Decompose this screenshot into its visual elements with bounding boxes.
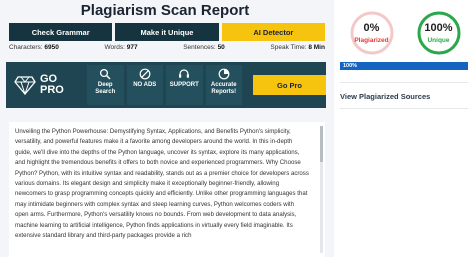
scrollbar-thumb[interactable]: [320, 126, 323, 162]
go-pro-button[interactable]: Go Pro: [253, 75, 326, 95]
plagiarized-value: 0%: [363, 22, 380, 34]
go-pro-banner: GO PRO Deep Search NO ADS SUPPORT Accura…: [6, 62, 326, 108]
divider: [340, 108, 468, 109]
chart-icon: [218, 68, 230, 80]
report-panel: Plagiarism Scan Report Check Grammar Mak…: [0, 0, 330, 257]
view-plagiarized-sources-link[interactable]: View Plagiarized Sources: [340, 92, 430, 101]
unique-gauge: 100% Unique: [416, 10, 462, 56]
results-panel: 0% Plagiarized 100% Unique 100% View Pla…: [334, 0, 474, 257]
text-stats: Characters: 6950 Words: 977 Sentences: 5…: [9, 44, 325, 51]
scanned-text: Unveiling the Python Powerhouse: Demysti…: [15, 128, 309, 240]
go-pro-logo: GO PRO: [6, 62, 87, 108]
divider: [340, 82, 468, 83]
feature-deep-search: Deep Search: [87, 65, 124, 105]
characters-stat: Characters: 6950: [9, 44, 59, 51]
unique-label: Unique: [427, 37, 450, 44]
search-icon: [100, 68, 111, 80]
feature-no-ads: NO ADS: [126, 65, 163, 105]
diamond-icon: [14, 76, 36, 95]
plagiarized-label: Plagiarized: [354, 37, 389, 44]
scanned-text-area[interactable]: Unveiling the Python Powerhouse: Demysti…: [9, 122, 325, 257]
scrollbar[interactable]: [320, 126, 323, 253]
action-bar: Check Grammar Make it Unique AI Detector: [9, 23, 325, 41]
scan-progress-bar: 100%: [340, 62, 468, 70]
words-stat: Words: 977: [104, 44, 138, 51]
sentences-stat: Sentences: 50: [183, 44, 225, 51]
no-ads-icon: [139, 68, 151, 80]
scan-progress-fill: 100%: [340, 62, 468, 70]
feature-support: SUPPORT: [166, 65, 203, 105]
unique-value: 100%: [424, 22, 453, 34]
plagiarized-gauge: 0% Plagiarized: [349, 10, 395, 56]
page-title: Plagiarism Scan Report: [80, 2, 250, 19]
feature-accurate-reports: Accurate Reports!: [205, 65, 242, 105]
score-gauges: 0% Plagiarized 100% Unique: [338, 10, 472, 56]
ai-detector-button[interactable]: AI Detector: [221, 23, 325, 41]
go-pro-text: GO PRO: [40, 73, 64, 96]
check-grammar-button[interactable]: Check Grammar: [9, 23, 113, 41]
speak-time-stat: Speak Time: 8 Min: [270, 44, 325, 51]
make-unique-button[interactable]: Make it Unique: [115, 23, 219, 41]
support-icon: [179, 69, 190, 78]
